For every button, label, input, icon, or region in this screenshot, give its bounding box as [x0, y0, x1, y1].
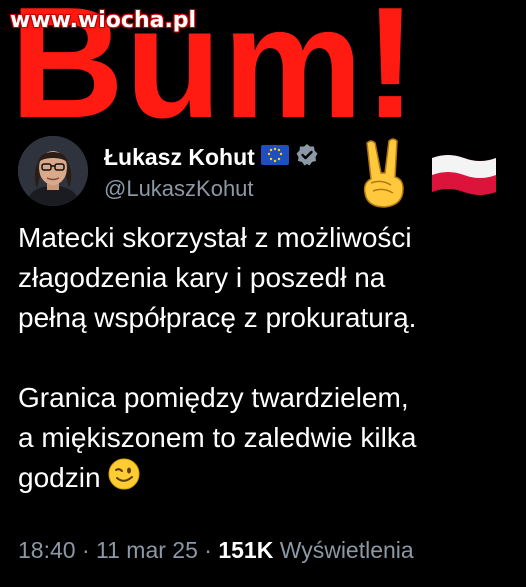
tweet-line-last: godzin: [18, 458, 518, 501]
eu-flag-icon: [260, 144, 289, 170]
tweet-line: złagodzenia kary i poszedł na: [18, 262, 386, 293]
views-label: Wyświetlenia: [279, 537, 414, 563]
winking-face-emoji-icon: [108, 458, 140, 501]
tweet-time[interactable]: 18:40: [18, 537, 76, 563]
tweet-text: Matecki skorzystał z możliwości złagodze…: [18, 218, 518, 501]
tweet-line: pełną współpracę z prokuraturą.: [18, 302, 417, 333]
author-handle[interactable]: @LukaszKohut: [104, 176, 319, 202]
tweet-meta: 18:40 · 11 mar 25 · 151K Wyświetlenia: [18, 537, 414, 563]
tweet-line: Granica pomiędzy twardzielem,: [18, 382, 409, 413]
avatar[interactable]: [18, 136, 88, 206]
poland-flag-emoji-icon: [428, 152, 500, 198]
site-watermark: www.wiocha.pl: [10, 8, 197, 33]
view-count: 151K: [218, 537, 274, 563]
verified-badge-icon: [295, 143, 319, 172]
tweet-line: a miękiszonem to zaledwie kilka: [18, 422, 417, 453]
tweet-date[interactable]: 11 mar 25: [96, 537, 198, 563]
victory-hand-emoji-icon: [357, 137, 409, 211]
author-name[interactable]: Łukasz Kohut: [104, 144, 255, 171]
tweet-line: Matecki skorzystał z możliwości: [18, 222, 412, 253]
tweet-author[interactable]: Łukasz Kohut @LukaszKohut: [104, 140, 319, 202]
